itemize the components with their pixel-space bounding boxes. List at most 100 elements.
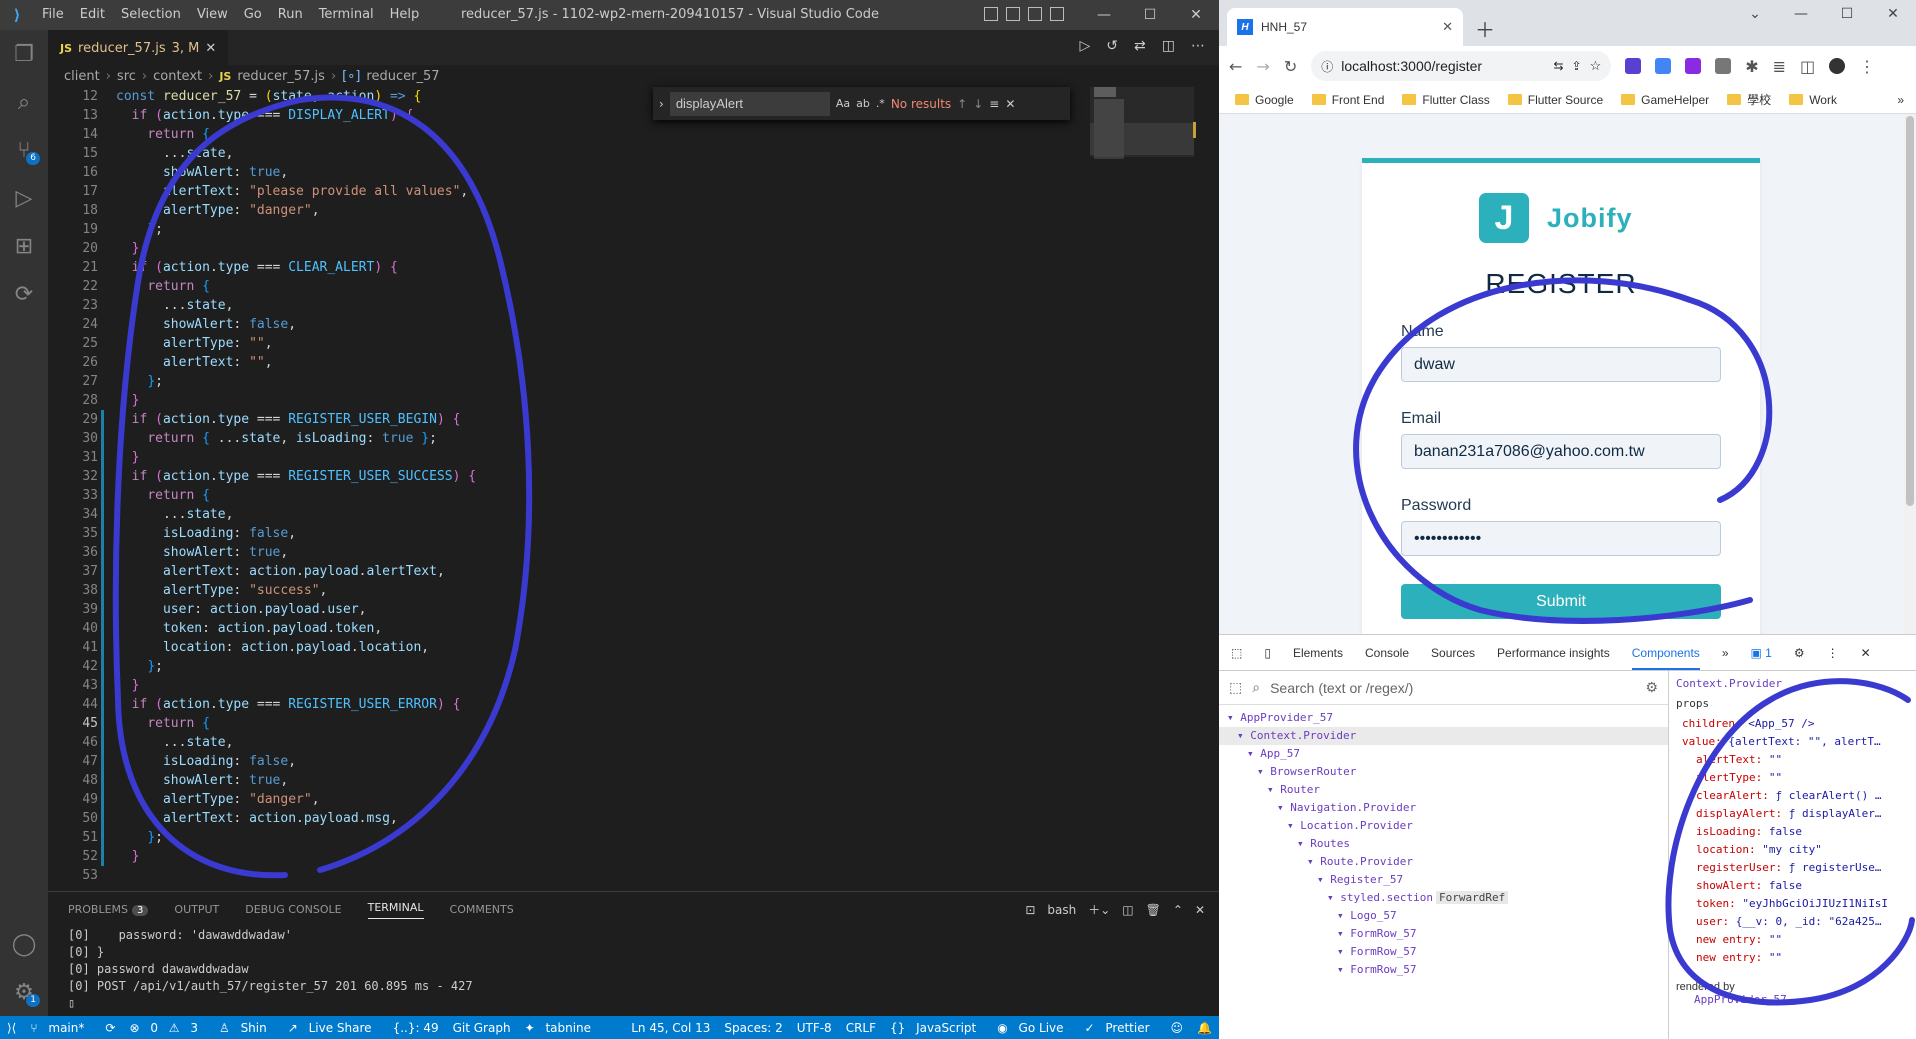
menu-go[interactable]: Go (236, 0, 270, 30)
code-line[interactable]: 27 }; (48, 372, 1088, 391)
menu-view[interactable]: View (189, 0, 236, 30)
git-graph-button[interactable]: Git Graph (446, 1021, 518, 1035)
manage-gear-icon[interactable]: ⚙ 1 (0, 968, 48, 1016)
bookmark-folder[interactable]: Flutter Class (1402, 93, 1490, 107)
source-control-icon[interactable]: ⑂ 6 (0, 126, 48, 174)
prop-row[interactable]: user: {__v: 0, _id: "62a425… (1676, 913, 1916, 931)
tree-node[interactable]: ▾ Router (1219, 781, 1668, 799)
prop-row[interactable]: isLoading: false (1676, 823, 1916, 841)
devtools-close-icon[interactable]: ✕ (1861, 646, 1871, 660)
prettier-status[interactable]: ✓ Prettier (1078, 1021, 1164, 1035)
prop-row[interactable]: alertType: "" (1676, 769, 1916, 787)
code-line[interactable]: 45 return { (48, 714, 1088, 733)
minimize-icon[interactable]: — (1081, 0, 1127, 30)
close-panel-icon[interactable]: ✕ (1195, 903, 1205, 917)
address-bar[interactable]: ⓘ localhost:3000/register ⇆ ⇪ ☆ (1311, 51, 1612, 81)
next-match-icon[interactable]: ↓ (973, 97, 983, 111)
breadcrumb-item[interactable]: reducer_57 (366, 69, 439, 84)
code-line[interactable]: 37 alertText: action.payload.alertText, (48, 562, 1088, 581)
code-line[interactable]: 18 alertType: "danger", (48, 201, 1088, 220)
code-line[interactable]: 31 } (48, 448, 1088, 467)
bookmark-folder[interactable]: Google (1235, 93, 1294, 107)
code-line[interactable]: 16 showAlert: true, (48, 163, 1088, 182)
toggle-secondary-sidebar-icon[interactable] (1028, 7, 1042, 21)
menu-terminal[interactable]: Terminal (311, 0, 382, 30)
code-line[interactable]: 41 location: action.payload.location, (48, 638, 1088, 657)
prop-row[interactable]: showAlert: false (1676, 877, 1916, 895)
compare-icon[interactable]: ⇄ (1134, 38, 1146, 54)
code-line[interactable]: 15 ...state, (48, 144, 1088, 163)
devtools-menu-icon[interactable]: ⋮ (1827, 646, 1839, 660)
extension-icon[interactable] (1685, 58, 1702, 74)
extension-icon[interactable] (1625, 58, 1642, 74)
menu-run[interactable]: Run (270, 0, 311, 30)
tree-node[interactable]: ▾ Context.Provider (1219, 727, 1668, 745)
bookmark-folder[interactable]: GameHelper (1621, 93, 1709, 107)
tabnine-status[interactable]: ✦ tabnine (518, 1021, 605, 1035)
browser-tab[interactable]: H HNH_57 ✕ (1227, 8, 1463, 46)
chrome-menu-icon[interactable]: ⋮ (1859, 57, 1875, 76)
close-icon[interactable]: ✕ (1870, 0, 1916, 28)
tree-node[interactable]: ▾ Navigation.Provider (1219, 799, 1668, 817)
maximize-icon[interactable]: ☐ (1127, 0, 1173, 30)
tree-node[interactable]: ▾ Location.Provider (1219, 817, 1668, 835)
regex-toggle[interactable]: .* (876, 97, 885, 110)
code-line[interactable]: 19 }; (48, 220, 1088, 239)
code-line[interactable]: 34 ...state, (48, 505, 1088, 524)
go-live-button[interactable]: ◉ Go Live (990, 1021, 1077, 1035)
breadcrumb-item[interactable]: client (64, 69, 100, 84)
tree-settings-icon[interactable]: ⚙ (1645, 679, 1658, 696)
timeline-icon[interactable]: ↺ (1106, 38, 1118, 54)
live-share-button[interactable]: ↗ Live Share (281, 1021, 386, 1035)
prop-row[interactable]: clearAlert: ƒ clearAlert() … (1676, 787, 1916, 805)
minimize-icon[interactable]: — (1778, 0, 1824, 28)
password-field[interactable] (1401, 521, 1721, 556)
maximize-icon[interactable]: ☐ (1824, 0, 1870, 28)
code-line[interactable]: 25 alertType: "", (48, 334, 1088, 353)
tab-search-icon[interactable]: ⌄ (1732, 0, 1778, 28)
split-terminal-icon[interactable]: ◫ (1122, 903, 1133, 917)
bookmark-star-icon[interactable]: ☆ (1590, 58, 1602, 74)
code-line[interactable]: 48 showAlert: true, (48, 771, 1088, 790)
new-tab-icon[interactable]: ＋ (1475, 14, 1495, 43)
maximize-panel-icon[interactable]: ⌃ (1173, 903, 1183, 917)
notifications-icon[interactable]: 🔔 (1190, 1021, 1219, 1035)
tab-performance-insights[interactable]: Performance insights (1497, 646, 1610, 660)
code-line[interactable]: 20 } (48, 239, 1088, 258)
tab-sources[interactable]: Sources (1431, 646, 1475, 660)
explorer-icon[interactable]: ❐ (0, 30, 48, 78)
cursor-position[interactable]: Ln 45, Col 13 (624, 1021, 717, 1035)
page-scrollbar[interactable] (1904, 114, 1916, 634)
prop-row[interactable]: alertText: "" (1676, 751, 1916, 769)
prop-row[interactable]: location: "my city" (1676, 841, 1916, 859)
tree-node[interactable]: ▾ BrowserRouter (1219, 763, 1668, 781)
minimap[interactable] (1088, 87, 1198, 891)
toggle-panel-icon[interactable] (1006, 7, 1020, 21)
code-line[interactable]: 50 alertText: action.payload.msg, (48, 809, 1088, 828)
tab-terminal[interactable]: TERMINAL (367, 901, 424, 919)
tree-node[interactable]: ▾ Routes (1219, 835, 1668, 853)
code-editor[interactable]: 12 const reducer_57 = (state, action) => … (48, 87, 1088, 891)
tab-reducer[interactable]: JS reducer_57.js 3, M ✕ (48, 30, 229, 65)
tree-node[interactable]: ▾ FormRow_57 (1219, 961, 1668, 979)
tree-node[interactable]: ▾ FormRow_57 (1219, 943, 1668, 961)
prop-row[interactable]: displayAlert: ƒ displayAler… (1676, 805, 1916, 823)
whole-word-toggle[interactable]: ab (856, 97, 870, 110)
customize-layout-icon[interactable] (1050, 7, 1064, 21)
find-close-icon[interactable]: ✕ (1005, 97, 1015, 111)
tab-problems[interactable]: PROBLEMS 3 (68, 903, 149, 916)
code-line[interactable]: 32 if (action.type === REGISTER_USER_SUC… (48, 467, 1088, 486)
more-tabs-icon[interactable]: » (1722, 646, 1729, 660)
code-line[interactable]: 24 showAlert: false, (48, 315, 1088, 334)
code-line[interactable]: 30 return { ...state, isLoading: true }; (48, 429, 1088, 448)
prop-row[interactable]: children: <App_57 /> (1676, 715, 1916, 733)
tree-node[interactable]: ▾ Route.Provider (1219, 853, 1668, 871)
tab-output[interactable]: OUTPUT (174, 903, 219, 916)
code-line[interactable]: 36 showAlert: true, (48, 543, 1088, 562)
extension-icon[interactable] (1715, 58, 1732, 74)
breadcrumb-item[interactable]: src (117, 69, 136, 84)
prop-row[interactable]: token: "eyJhbGciOiJIUzI1NiIsI (1676, 895, 1916, 913)
breadcrumb-item[interactable]: context (153, 69, 202, 84)
tree-node[interactable]: ▾ Logo_57 (1219, 907, 1668, 925)
previous-match-icon[interactable]: ↑ (957, 97, 967, 111)
